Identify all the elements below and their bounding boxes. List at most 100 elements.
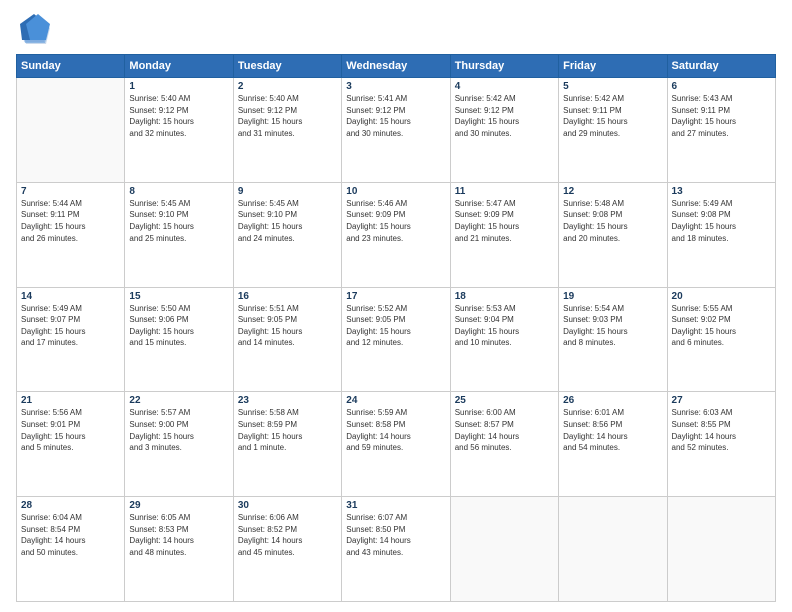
table-row: 21Sunrise: 5:56 AM Sunset: 9:01 PM Dayli…	[17, 392, 125, 497]
table-row: 22Sunrise: 5:57 AM Sunset: 9:00 PM Dayli…	[125, 392, 233, 497]
table-row: 28Sunrise: 6:04 AM Sunset: 8:54 PM Dayli…	[17, 497, 125, 602]
day-info: Sunrise: 5:45 AM Sunset: 9:10 PM Dayligh…	[129, 198, 228, 244]
table-row: 19Sunrise: 5:54 AM Sunset: 9:03 PM Dayli…	[559, 287, 667, 392]
logo-icon	[16, 12, 52, 48]
day-info: Sunrise: 6:07 AM Sunset: 8:50 PM Dayligh…	[346, 512, 445, 558]
table-row: 16Sunrise: 5:51 AM Sunset: 9:05 PM Dayli…	[233, 287, 341, 392]
table-row	[450, 497, 558, 602]
day-number: 16	[238, 291, 337, 302]
table-row	[559, 497, 667, 602]
table-row: 8Sunrise: 5:45 AM Sunset: 9:10 PM Daylig…	[125, 182, 233, 287]
calendar-week-row: 28Sunrise: 6:04 AM Sunset: 8:54 PM Dayli…	[17, 497, 776, 602]
day-number: 17	[346, 291, 445, 302]
day-number: 27	[672, 395, 771, 406]
day-info: Sunrise: 5:56 AM Sunset: 9:01 PM Dayligh…	[21, 407, 120, 453]
col-tuesday: Tuesday	[233, 55, 341, 78]
table-row: 12Sunrise: 5:48 AM Sunset: 9:08 PM Dayli…	[559, 182, 667, 287]
day-info: Sunrise: 6:00 AM Sunset: 8:57 PM Dayligh…	[455, 407, 554, 453]
day-info: Sunrise: 5:50 AM Sunset: 9:06 PM Dayligh…	[129, 303, 228, 349]
table-row: 7Sunrise: 5:44 AM Sunset: 9:11 PM Daylig…	[17, 182, 125, 287]
table-row: 15Sunrise: 5:50 AM Sunset: 9:06 PM Dayli…	[125, 287, 233, 392]
day-number: 15	[129, 291, 228, 302]
day-info: Sunrise: 6:06 AM Sunset: 8:52 PM Dayligh…	[238, 512, 337, 558]
day-info: Sunrise: 5:42 AM Sunset: 9:12 PM Dayligh…	[455, 93, 554, 139]
day-info: Sunrise: 5:54 AM Sunset: 9:03 PM Dayligh…	[563, 303, 662, 349]
table-row	[17, 78, 125, 183]
calendar-table: Sunday Monday Tuesday Wednesday Thursday…	[16, 54, 776, 602]
table-row: 11Sunrise: 5:47 AM Sunset: 9:09 PM Dayli…	[450, 182, 558, 287]
day-info: Sunrise: 5:49 AM Sunset: 9:08 PM Dayligh…	[672, 198, 771, 244]
table-row: 5Sunrise: 5:42 AM Sunset: 9:11 PM Daylig…	[559, 78, 667, 183]
day-info: Sunrise: 5:52 AM Sunset: 9:05 PM Dayligh…	[346, 303, 445, 349]
day-number: 6	[672, 81, 771, 92]
col-thursday: Thursday	[450, 55, 558, 78]
table-row: 23Sunrise: 5:58 AM Sunset: 8:59 PM Dayli…	[233, 392, 341, 497]
day-info: Sunrise: 5:40 AM Sunset: 9:12 PM Dayligh…	[238, 93, 337, 139]
day-number: 1	[129, 81, 228, 92]
day-number: 24	[346, 395, 445, 406]
calendar-week-row: 7Sunrise: 5:44 AM Sunset: 9:11 PM Daylig…	[17, 182, 776, 287]
day-info: Sunrise: 5:58 AM Sunset: 8:59 PM Dayligh…	[238, 407, 337, 453]
table-row: 6Sunrise: 5:43 AM Sunset: 9:11 PM Daylig…	[667, 78, 775, 183]
table-row: 25Sunrise: 6:00 AM Sunset: 8:57 PM Dayli…	[450, 392, 558, 497]
day-number: 7	[21, 186, 120, 197]
table-row: 3Sunrise: 5:41 AM Sunset: 9:12 PM Daylig…	[342, 78, 450, 183]
table-row: 31Sunrise: 6:07 AM Sunset: 8:50 PM Dayli…	[342, 497, 450, 602]
day-number: 22	[129, 395, 228, 406]
col-friday: Friday	[559, 55, 667, 78]
logo	[16, 12, 56, 48]
day-number: 2	[238, 81, 337, 92]
table-row: 27Sunrise: 6:03 AM Sunset: 8:55 PM Dayli…	[667, 392, 775, 497]
day-info: Sunrise: 5:43 AM Sunset: 9:11 PM Dayligh…	[672, 93, 771, 139]
day-number: 29	[129, 500, 228, 511]
table-row: 9Sunrise: 5:45 AM Sunset: 9:10 PM Daylig…	[233, 182, 341, 287]
day-info: Sunrise: 5:55 AM Sunset: 9:02 PM Dayligh…	[672, 303, 771, 349]
day-info: Sunrise: 5:53 AM Sunset: 9:04 PM Dayligh…	[455, 303, 554, 349]
calendar-week-row: 21Sunrise: 5:56 AM Sunset: 9:01 PM Dayli…	[17, 392, 776, 497]
table-row: 20Sunrise: 5:55 AM Sunset: 9:02 PM Dayli…	[667, 287, 775, 392]
calendar-week-row: 1Sunrise: 5:40 AM Sunset: 9:12 PM Daylig…	[17, 78, 776, 183]
day-info: Sunrise: 5:51 AM Sunset: 9:05 PM Dayligh…	[238, 303, 337, 349]
table-row: 1Sunrise: 5:40 AM Sunset: 9:12 PM Daylig…	[125, 78, 233, 183]
day-info: Sunrise: 6:03 AM Sunset: 8:55 PM Dayligh…	[672, 407, 771, 453]
day-number: 23	[238, 395, 337, 406]
day-info: Sunrise: 5:40 AM Sunset: 9:12 PM Dayligh…	[129, 93, 228, 139]
table-row: 2Sunrise: 5:40 AM Sunset: 9:12 PM Daylig…	[233, 78, 341, 183]
table-row: 13Sunrise: 5:49 AM Sunset: 9:08 PM Dayli…	[667, 182, 775, 287]
day-number: 14	[21, 291, 120, 302]
table-row: 24Sunrise: 5:59 AM Sunset: 8:58 PM Dayli…	[342, 392, 450, 497]
table-row: 18Sunrise: 5:53 AM Sunset: 9:04 PM Dayli…	[450, 287, 558, 392]
page-header	[16, 12, 776, 48]
day-number: 18	[455, 291, 554, 302]
table-row: 30Sunrise: 6:06 AM Sunset: 8:52 PM Dayli…	[233, 497, 341, 602]
table-row: 14Sunrise: 5:49 AM Sunset: 9:07 PM Dayli…	[17, 287, 125, 392]
day-info: Sunrise: 5:44 AM Sunset: 9:11 PM Dayligh…	[21, 198, 120, 244]
table-row: 4Sunrise: 5:42 AM Sunset: 9:12 PM Daylig…	[450, 78, 558, 183]
day-number: 9	[238, 186, 337, 197]
day-info: Sunrise: 5:49 AM Sunset: 9:07 PM Dayligh…	[21, 303, 120, 349]
day-number: 10	[346, 186, 445, 197]
day-info: Sunrise: 5:41 AM Sunset: 9:12 PM Dayligh…	[346, 93, 445, 139]
day-number: 26	[563, 395, 662, 406]
day-info: Sunrise: 5:46 AM Sunset: 9:09 PM Dayligh…	[346, 198, 445, 244]
day-info: Sunrise: 6:04 AM Sunset: 8:54 PM Dayligh…	[21, 512, 120, 558]
day-number: 12	[563, 186, 662, 197]
day-number: 28	[21, 500, 120, 511]
day-info: Sunrise: 5:59 AM Sunset: 8:58 PM Dayligh…	[346, 407, 445, 453]
day-info: Sunrise: 6:05 AM Sunset: 8:53 PM Dayligh…	[129, 512, 228, 558]
day-number: 21	[21, 395, 120, 406]
table-row: 26Sunrise: 6:01 AM Sunset: 8:56 PM Dayli…	[559, 392, 667, 497]
day-number: 4	[455, 81, 554, 92]
day-number: 3	[346, 81, 445, 92]
table-row	[667, 497, 775, 602]
col-sunday: Sunday	[17, 55, 125, 78]
day-info: Sunrise: 5:57 AM Sunset: 9:00 PM Dayligh…	[129, 407, 228, 453]
col-saturday: Saturday	[667, 55, 775, 78]
table-row: 17Sunrise: 5:52 AM Sunset: 9:05 PM Dayli…	[342, 287, 450, 392]
day-number: 30	[238, 500, 337, 511]
calendar-header-row: Sunday Monday Tuesday Wednesday Thursday…	[17, 55, 776, 78]
day-number: 13	[672, 186, 771, 197]
table-row: 10Sunrise: 5:46 AM Sunset: 9:09 PM Dayli…	[342, 182, 450, 287]
day-info: Sunrise: 5:48 AM Sunset: 9:08 PM Dayligh…	[563, 198, 662, 244]
day-number: 8	[129, 186, 228, 197]
